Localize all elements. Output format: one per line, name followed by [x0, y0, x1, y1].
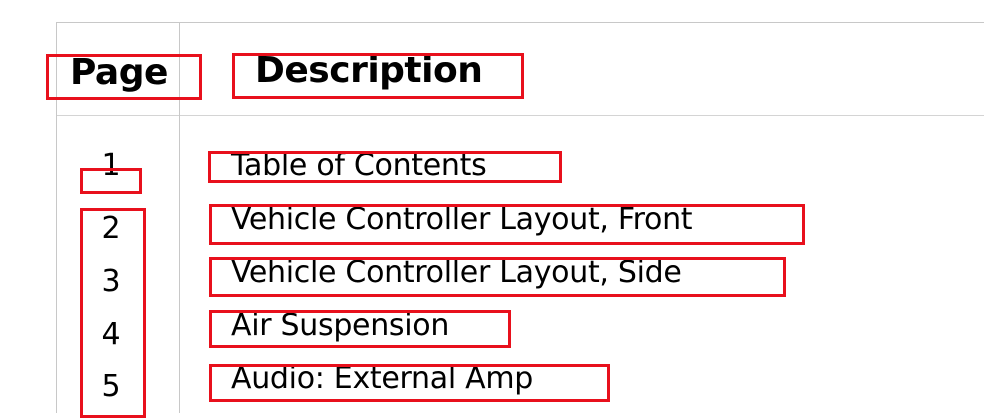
header-divider: [56, 115, 984, 116]
description-1-highlight: [208, 151, 562, 183]
page-1-highlight: [80, 168, 142, 194]
page-header-highlight: [46, 54, 202, 100]
description-3-highlight: [209, 257, 786, 297]
page-numbers-highlight: [80, 208, 146, 418]
description-2-highlight: [209, 204, 805, 245]
description-5-highlight: [209, 364, 610, 402]
description-header-highlight: [232, 53, 524, 99]
table-top-border: [56, 22, 984, 23]
description-4-highlight: [209, 310, 511, 348]
